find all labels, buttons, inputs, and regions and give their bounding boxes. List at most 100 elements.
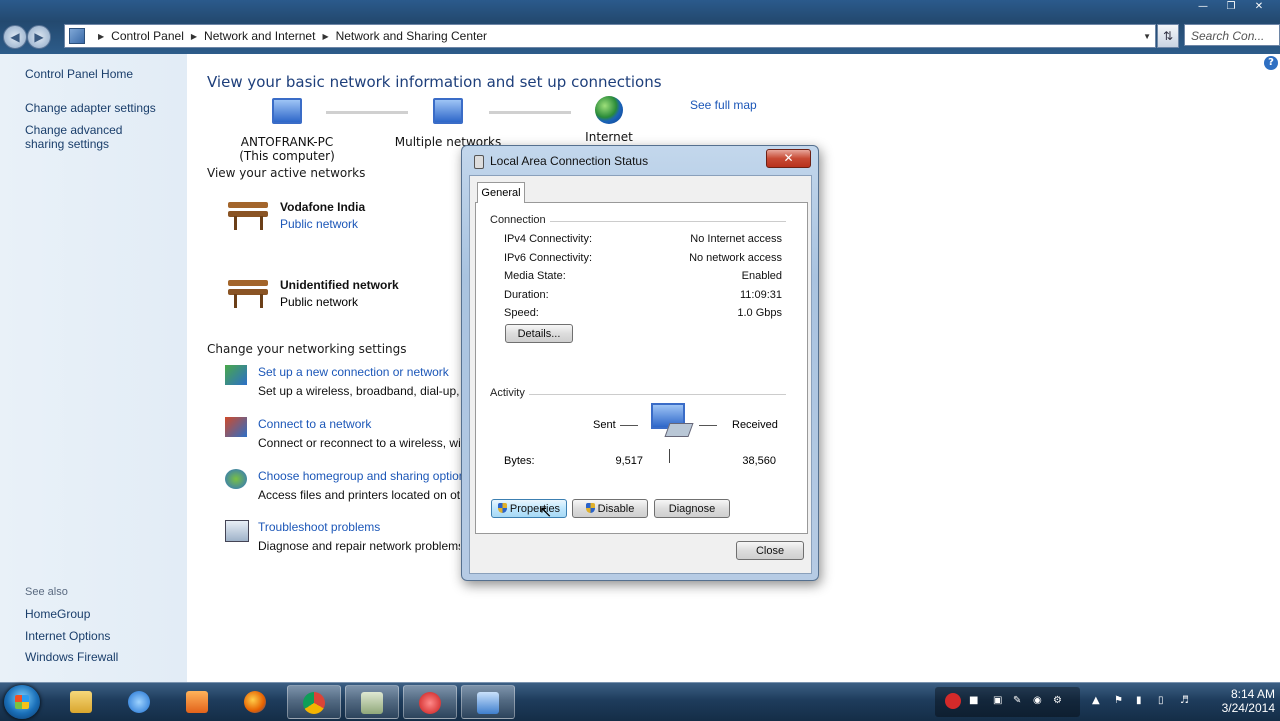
activity-network-icon xyxy=(651,403,694,437)
back-button[interactable]: ◀ xyxy=(3,25,27,49)
task-troubleshoot-link[interactable]: Troubleshoot problems xyxy=(258,520,380,534)
bytes-received-value: 38,560 xyxy=(742,455,776,467)
speed-label: Speed: xyxy=(504,307,539,319)
dialog-body: General Connection IPv4 Connectivity: No… xyxy=(469,175,812,574)
action-center-icon[interactable]: ⚑ xyxy=(1114,695,1124,706)
map-internet[interactable]: Internet xyxy=(574,96,644,144)
control-panel-icon xyxy=(477,692,499,714)
properties-button-label: Properties xyxy=(509,503,561,515)
general-tab-panel: Connection IPv4 Connectivity: No Interne… xyxy=(475,202,808,534)
show-hidden-icons[interactable]: ▲ xyxy=(1092,695,1102,706)
breadcrumb-control-panel[interactable]: Control Panel xyxy=(111,29,184,43)
taskbar-internet-explorer[interactable] xyxy=(113,685,167,719)
public-network-bench-icon xyxy=(226,196,270,232)
speed-value: 1.0 Gbps xyxy=(737,307,782,319)
see-also-heading: See also xyxy=(25,586,68,598)
connection-status-dialog: Local Area Connection Status ✕ General C… xyxy=(461,145,819,581)
stop-icon[interactable]: ■ xyxy=(969,695,979,706)
screen-icon[interactable]: ▣ xyxy=(993,695,1003,706)
system-clock[interactable]: 8:14 AM 3/24/2014 xyxy=(1195,687,1275,715)
internet-options-link[interactable]: Internet Options xyxy=(25,629,110,643)
maximize-button[interactable]: ❐ xyxy=(1218,0,1244,14)
network-name-unidentified: Unidentified network xyxy=(280,278,399,292)
close-window-button[interactable]: ✕ xyxy=(1246,0,1272,14)
diagnose-button[interactable]: Diagnose xyxy=(654,499,730,518)
minimize-button[interactable]: — xyxy=(1190,0,1216,14)
disable-button[interactable]: Disable xyxy=(572,499,648,518)
change-advanced-sharing-link[interactable]: Change advanced sharing settings xyxy=(25,123,165,151)
network-adapter-icon xyxy=(474,155,484,169)
taskbar-firefox[interactable] xyxy=(229,685,283,719)
firefox-icon xyxy=(244,691,266,713)
disable-button-label: Disable xyxy=(597,503,635,515)
task-setup-connection-link[interactable]: Set up a new connection or network xyxy=(258,365,449,379)
globe-icon xyxy=(595,96,623,124)
left-navigation-pane: Control Panel Home Change adapter settin… xyxy=(0,54,187,682)
control-panel-icon xyxy=(69,28,85,44)
taskbar-media-player[interactable] xyxy=(171,685,225,719)
notepad-icon xyxy=(361,692,383,714)
taskbar-recorder[interactable] xyxy=(403,685,457,719)
task-setup-connection-desc: Set up a wireless, broadband, dial-up, a… xyxy=(258,384,460,398)
recorder-toolbar: ■ ▣ ✎ ◉ ⚙ xyxy=(935,687,1080,717)
bytes-sent-value: 9,517 xyxy=(615,455,643,467)
sent-dash xyxy=(620,425,638,426)
battery-icon[interactable]: ▮ xyxy=(1136,695,1146,706)
clock-time: 8:14 AM xyxy=(1230,687,1275,701)
see-full-map-link[interactable]: See full map xyxy=(690,98,757,112)
properties-button[interactable]: Properties xyxy=(491,499,567,518)
task-troubleshoot-desc: Diagnose and repair network problems, o xyxy=(258,539,460,553)
explorer-toolbar: — ❐ ✕ ◀ ▶ ▶ Control Panel ▶ Network and … xyxy=(0,0,1280,54)
start-button[interactable] xyxy=(4,685,40,719)
details-button[interactable]: Details... xyxy=(505,324,573,343)
address-dropdown-icon[interactable]: ▼ xyxy=(1143,32,1151,41)
uac-shield-icon xyxy=(585,503,595,513)
ipv6-label: IPv6 Connectivity: xyxy=(504,252,593,264)
homegroup-link[interactable]: HomeGroup xyxy=(25,607,90,621)
chrome-icon xyxy=(303,692,325,714)
breadcrumb-arrow-icon: ▶ xyxy=(322,31,329,41)
breadcrumb-network-sharing-center[interactable]: Network and Sharing Center xyxy=(336,29,487,43)
map-computer[interactable]: ANTOFRANK-PC (This computer) xyxy=(232,98,342,163)
volume-icon[interactable]: ♬ xyxy=(1180,695,1190,706)
taskbar-explorer[interactable] xyxy=(55,685,109,719)
dialog-title: Local Area Connection Status xyxy=(490,154,649,168)
sent-label: Sent xyxy=(593,419,616,431)
taskbar-control-panel[interactable] xyxy=(461,685,515,719)
troubleshoot-icon xyxy=(225,520,249,542)
task-connect-network-link[interactable]: Connect to a network xyxy=(258,417,371,431)
help-icon[interactable]: ? xyxy=(1264,56,1278,70)
windows-firewall-link[interactable]: Windows Firewall xyxy=(25,650,118,664)
change-adapter-settings-link[interactable]: Change adapter settings xyxy=(25,101,156,115)
map-multiple-networks[interactable]: Multiple networks xyxy=(393,98,503,149)
camera-icon[interactable]: ◉ xyxy=(1033,695,1043,706)
pause-record-icon[interactable] xyxy=(945,693,961,709)
public-network-bench-icon xyxy=(226,274,270,310)
settings-icon[interactable]: ⚙ xyxy=(1053,695,1063,706)
task-homegroup-link[interactable]: Choose homegroup and sharing options xyxy=(258,469,471,483)
task-homegroup-desc: Access files and printers located on oth… xyxy=(258,488,460,502)
tools-icon[interactable]: ✎ xyxy=(1013,695,1023,706)
taskbar-chrome[interactable] xyxy=(287,685,341,719)
computer-name: ANTOFRANK-PC xyxy=(240,135,334,149)
new-connection-icon xyxy=(225,365,247,385)
dialog-close-x-button[interactable]: ✕ xyxy=(766,149,811,168)
search-input[interactable]: Search Con... xyxy=(1184,24,1280,46)
address-bar[interactable]: ▶ Control Panel ▶ Network and Internet ▶… xyxy=(64,24,1156,48)
active-networks-heading: View your active networks xyxy=(207,166,366,180)
taskbar: ■ ▣ ✎ ◉ ⚙ ▲ ⚑ ▮ ▯ ♬ 8:14 AM 3/24/2014 xyxy=(0,682,1280,721)
close-button[interactable]: Close xyxy=(736,541,804,560)
taskbar-notepad[interactable] xyxy=(345,685,399,719)
network-tray-icon[interactable]: ▯ xyxy=(1158,695,1168,706)
tab-general[interactable]: General xyxy=(477,182,525,203)
ipv6-value: No network access xyxy=(689,252,782,264)
clock-date: 3/24/2014 xyxy=(1221,701,1275,715)
breadcrumb-arrow-icon: ▶ xyxy=(98,31,105,41)
window-controls: — ❐ ✕ xyxy=(1190,0,1272,16)
breadcrumb-network-and-internet[interactable]: Network and Internet xyxy=(204,29,315,43)
refresh-button[interactable]: ⇅ xyxy=(1157,24,1179,48)
forward-button[interactable]: ▶ xyxy=(27,25,51,49)
control-panel-home-link[interactable]: Control Panel Home xyxy=(25,67,133,81)
network-type-link[interactable]: Public network xyxy=(280,217,358,231)
received-dash xyxy=(699,425,717,426)
